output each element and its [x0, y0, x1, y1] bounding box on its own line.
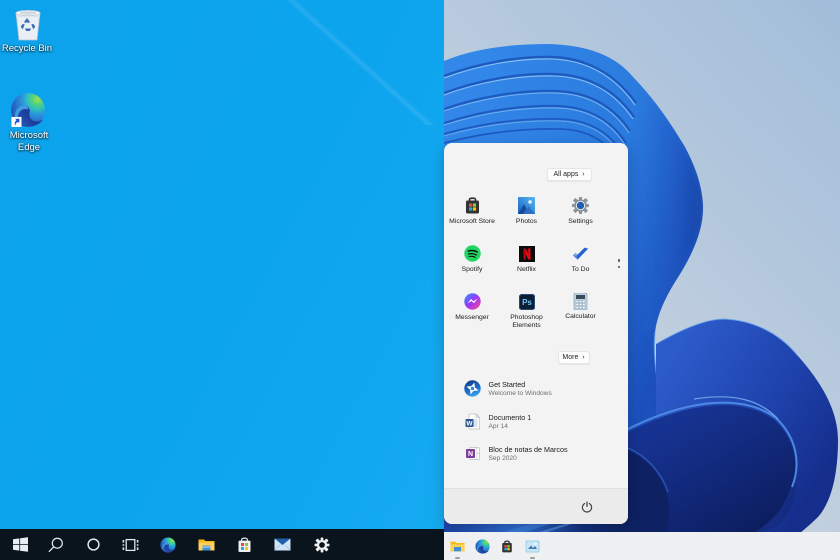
svg-text:W: W — [466, 420, 473, 427]
svg-text:N: N — [467, 451, 472, 458]
svg-text:Ps: Ps — [522, 298, 532, 307]
